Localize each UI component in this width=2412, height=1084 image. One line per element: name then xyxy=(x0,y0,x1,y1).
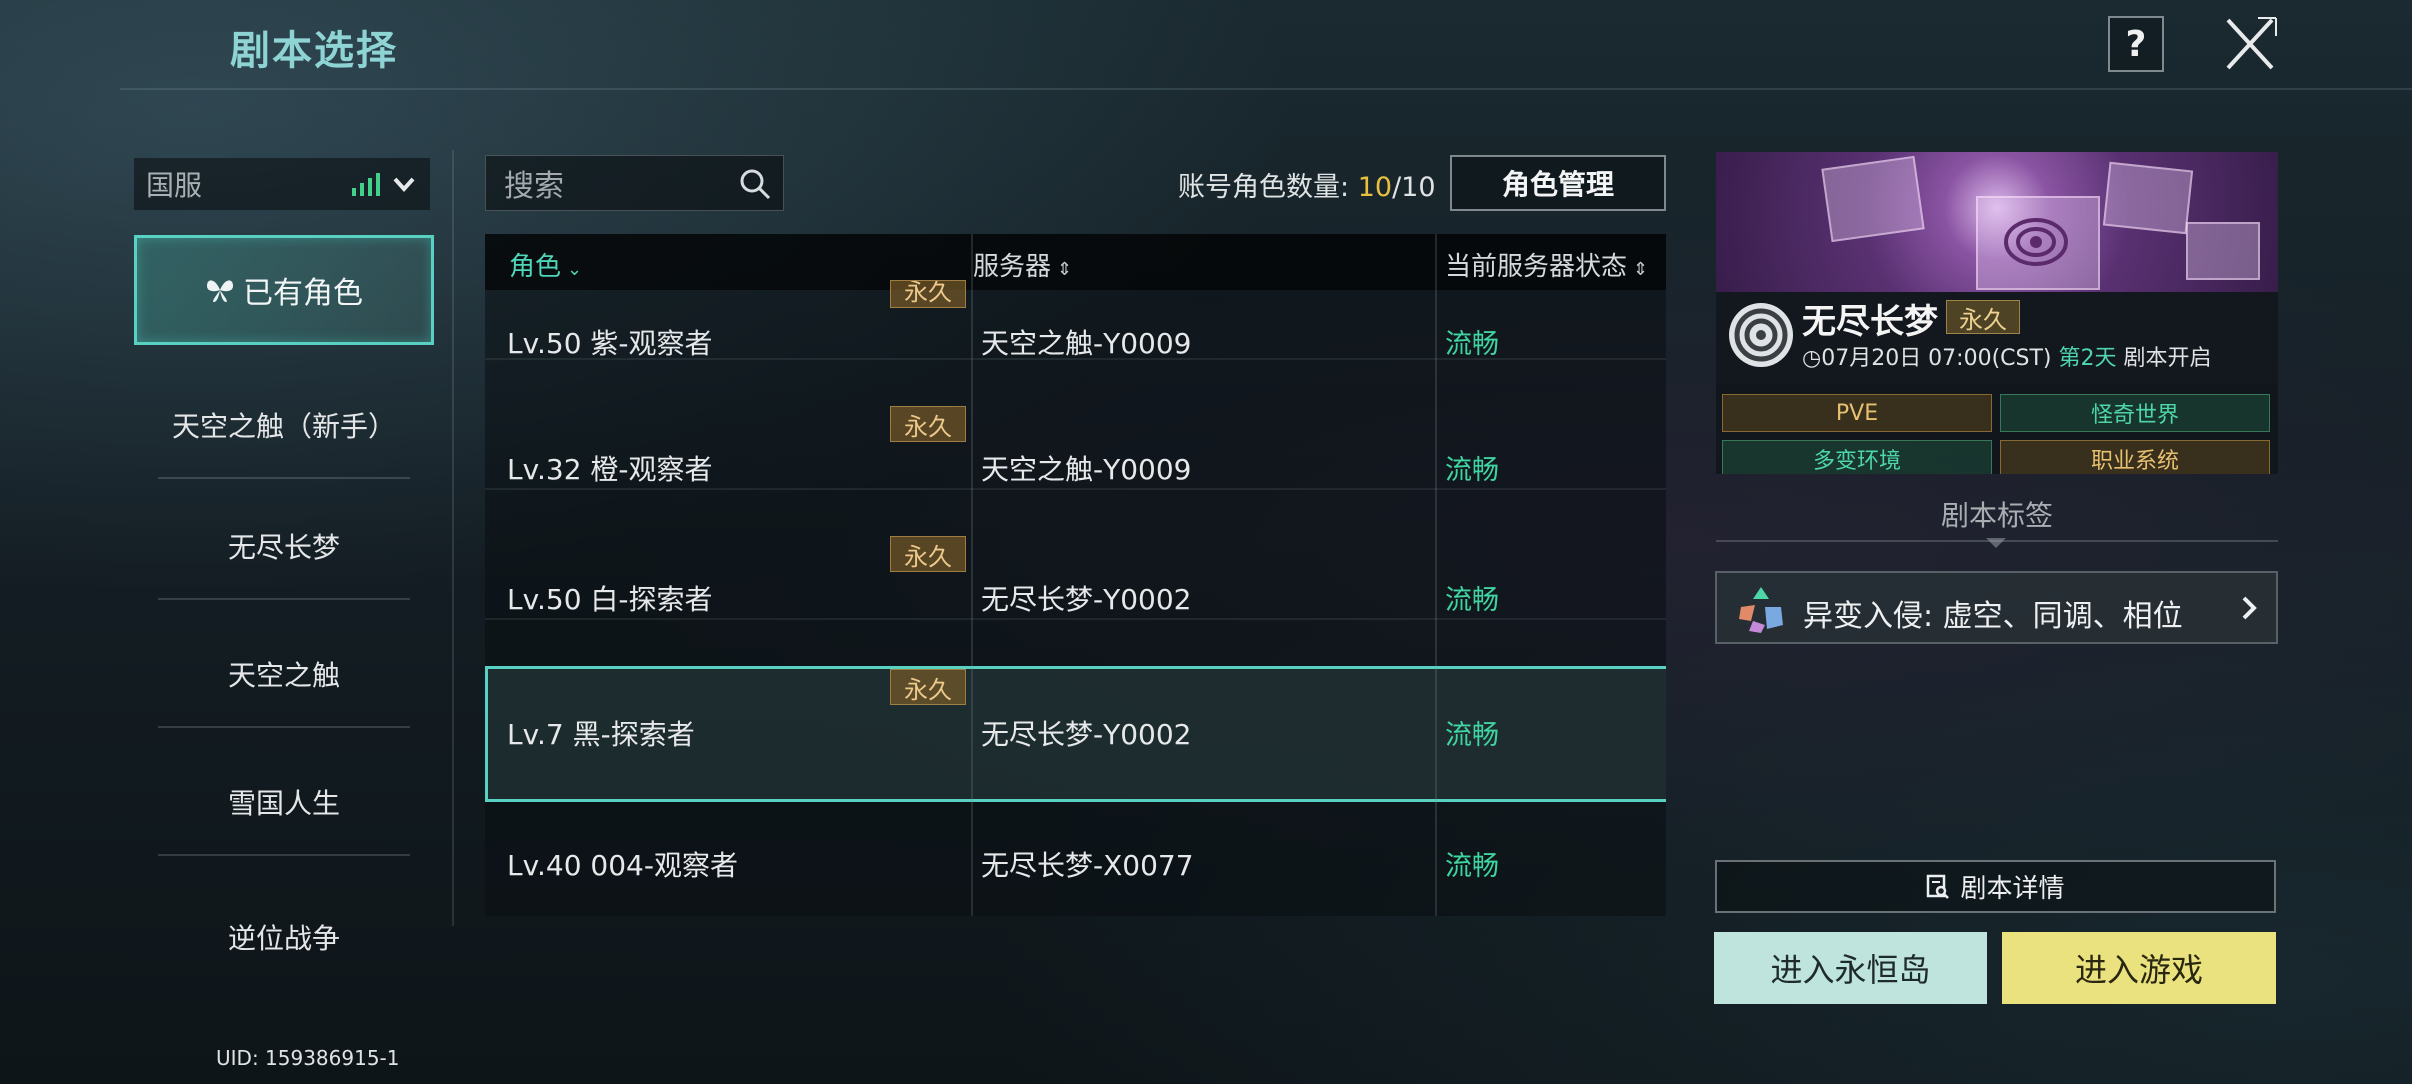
table-row[interactable]: 永久 Lv.32 橙-观察者 天空之触-Y0009 流畅 xyxy=(485,358,1666,490)
document-search-icon xyxy=(1927,874,1950,899)
tag-weird-world: 怪奇世界 xyxy=(2000,394,2270,432)
scenario-banner-image xyxy=(1716,152,2278,292)
permanent-badge: 永久 xyxy=(890,536,966,572)
page-title: 剧本选择 xyxy=(230,28,398,74)
sidebar-separator xyxy=(158,598,410,600)
sidebar-item-sky-touch[interactable]: 天空之触 xyxy=(134,620,434,728)
table-row[interactable]: Lv.40 004-观察者 无尽长梦-X0077 流畅 xyxy=(485,798,1666,916)
scenario-day-count: 第2天 xyxy=(2058,346,2117,371)
sidebar-item-label: 逆位战争 xyxy=(227,922,340,955)
table-row[interactable]: 永久 Lv.50 白-探索者 无尽长梦-Y0002 流畅 xyxy=(485,488,1666,620)
region-select[interactable]: 国服 xyxy=(134,158,430,210)
uid-label: UID: 159386915-1 xyxy=(216,1046,400,1070)
sidebar-item-label: 已有角色 xyxy=(243,276,363,311)
account-count-current: 10 xyxy=(1357,172,1393,203)
sidebar-separator xyxy=(158,726,410,728)
mutation-invasion-row[interactable]: 异变入侵: 虚空、同调、相位 xyxy=(1715,571,2278,644)
enter-eternal-island-button[interactable]: 进入永恒岛 xyxy=(1714,932,1987,1004)
character-name: Lv.7 黑-探索者 xyxy=(507,718,695,751)
search-icon[interactable] xyxy=(739,168,771,200)
character-name: Lv.40 004-观察者 xyxy=(507,849,738,882)
sidebar-item-label: 雪国人生 xyxy=(227,787,340,820)
scenario-card: 无尽长梦 永久 ◷07月20日 07:00(CST) 第2天 剧本开启 PVE … xyxy=(1716,152,2278,474)
character-name: Lv.50 白-探索者 xyxy=(507,583,713,616)
mutation-icon xyxy=(1739,587,1783,633)
scenario-time-suffix: 剧本开启 xyxy=(2116,346,2212,371)
scenario-details-button[interactable]: 剧本详情 xyxy=(1715,860,2276,913)
tag-pve: PVE xyxy=(1722,394,1992,432)
role-manage-button[interactable]: 角色管理 xyxy=(1450,155,1666,211)
column-divider xyxy=(1435,234,1437,916)
table-row-selected[interactable]: 永久 Lv.7 黑-探索者 无尽长梦-Y0002 流畅 xyxy=(485,666,1666,802)
character-server: 无尽长梦-Y0002 xyxy=(981,718,1192,751)
sidebar-item-label: 无尽长梦 xyxy=(227,531,340,564)
account-count-max: 10 xyxy=(1401,172,1436,203)
help-button[interactable]: ? xyxy=(2108,16,2164,72)
clock-icon: ◷ xyxy=(1802,346,1822,371)
character-server: 天空之触-Y0009 xyxy=(981,327,1192,360)
details-button-label: 剧本详情 xyxy=(1960,874,2065,904)
chevron-down-icon xyxy=(393,177,415,192)
sidebar-item-snow-country[interactable]: 雪国人生 xyxy=(134,748,434,856)
eye-emblem-icon xyxy=(2004,218,2068,266)
permanent-badge: 永久 xyxy=(890,280,966,308)
scenario-time-text: 07月20日 07:00(CST) xyxy=(1821,346,2059,371)
butterfly-icon xyxy=(207,280,233,302)
permanent-badge: 永久 xyxy=(890,406,966,442)
close-button[interactable] xyxy=(2222,14,2278,74)
chevron-right-icon xyxy=(2242,596,2257,620)
pointer-icon xyxy=(1986,538,2006,548)
search-placeholder: 搜索 xyxy=(504,169,564,204)
tag-job-system: 职业系统 xyxy=(2000,440,2270,474)
sidebar-item-reverse-war[interactable]: 逆位战争 xyxy=(134,883,434,991)
mutation-text: 异变入侵: 虚空、同调、相位 xyxy=(1803,599,2183,634)
sidebar-item-label: 天空之触（新手） xyxy=(171,410,396,443)
server-status: 流畅 xyxy=(1445,720,1499,751)
tag-section-label: 剧本标签 xyxy=(1940,499,2053,532)
sidebar-divider xyxy=(452,150,454,926)
character-server: 天空之触-Y0009 xyxy=(981,453,1192,486)
character-server: 无尽长梦-Y0002 xyxy=(981,583,1192,616)
sidebar-item-owned-characters[interactable]: 已有角色 xyxy=(134,235,434,345)
enter-game-button[interactable]: 进入游戏 xyxy=(2002,932,2276,1004)
close-icon xyxy=(2226,17,2277,70)
server-status: 流畅 xyxy=(1445,329,1499,360)
server-status: 流畅 xyxy=(1445,851,1499,882)
sidebar-separator xyxy=(158,854,410,856)
server-status: 流畅 xyxy=(1445,585,1499,616)
sidebar-item-sky-touch-newbie[interactable]: 天空之触（新手） xyxy=(134,371,434,479)
account-count-separator: / xyxy=(1392,172,1402,203)
sidebar-separator xyxy=(158,477,410,479)
character-name: Lv.50 紫-观察者 xyxy=(507,327,713,360)
signal-icon xyxy=(352,173,380,196)
search-input[interactable]: 搜索 xyxy=(485,155,784,211)
character-table: 角色 ⌄ 服务器 ⇕ 当前服务器状态 ⇕ 永久 Lv.50 紫-观察者 天空之触-Y0… xyxy=(485,234,1666,916)
scenario-name: 无尽长梦 xyxy=(1802,302,1938,342)
region-label: 国服 xyxy=(146,169,203,202)
tag-variable-environment: 多变环境 xyxy=(1722,440,1992,474)
account-count-label: 账号角色数量: xyxy=(1178,172,1350,203)
sidebar-item-label: 天空之触 xyxy=(227,659,340,692)
permanent-badge: 永久 xyxy=(1946,300,2020,334)
permanent-badge: 永久 xyxy=(890,669,966,705)
account-character-count: 账号角色数量: 10/10 xyxy=(1178,165,1436,204)
scenario-logo-icon xyxy=(1726,300,1796,370)
sidebar-item-endless-dream[interactable]: 无尽长梦 xyxy=(134,492,434,600)
character-name: Lv.32 橙-观察者 xyxy=(507,453,713,486)
header-divider xyxy=(120,88,2412,90)
table-row[interactable]: 永久 Lv.50 紫-观察者 天空之触-Y0009 流畅 xyxy=(485,234,1666,360)
column-divider xyxy=(971,234,973,916)
scenario-open-time: ◷07月20日 07:00(CST) 第2天 剧本开启 xyxy=(1802,340,2276,372)
character-server: 无尽长梦-X0077 xyxy=(981,849,1194,882)
server-status: 流畅 xyxy=(1445,455,1499,486)
